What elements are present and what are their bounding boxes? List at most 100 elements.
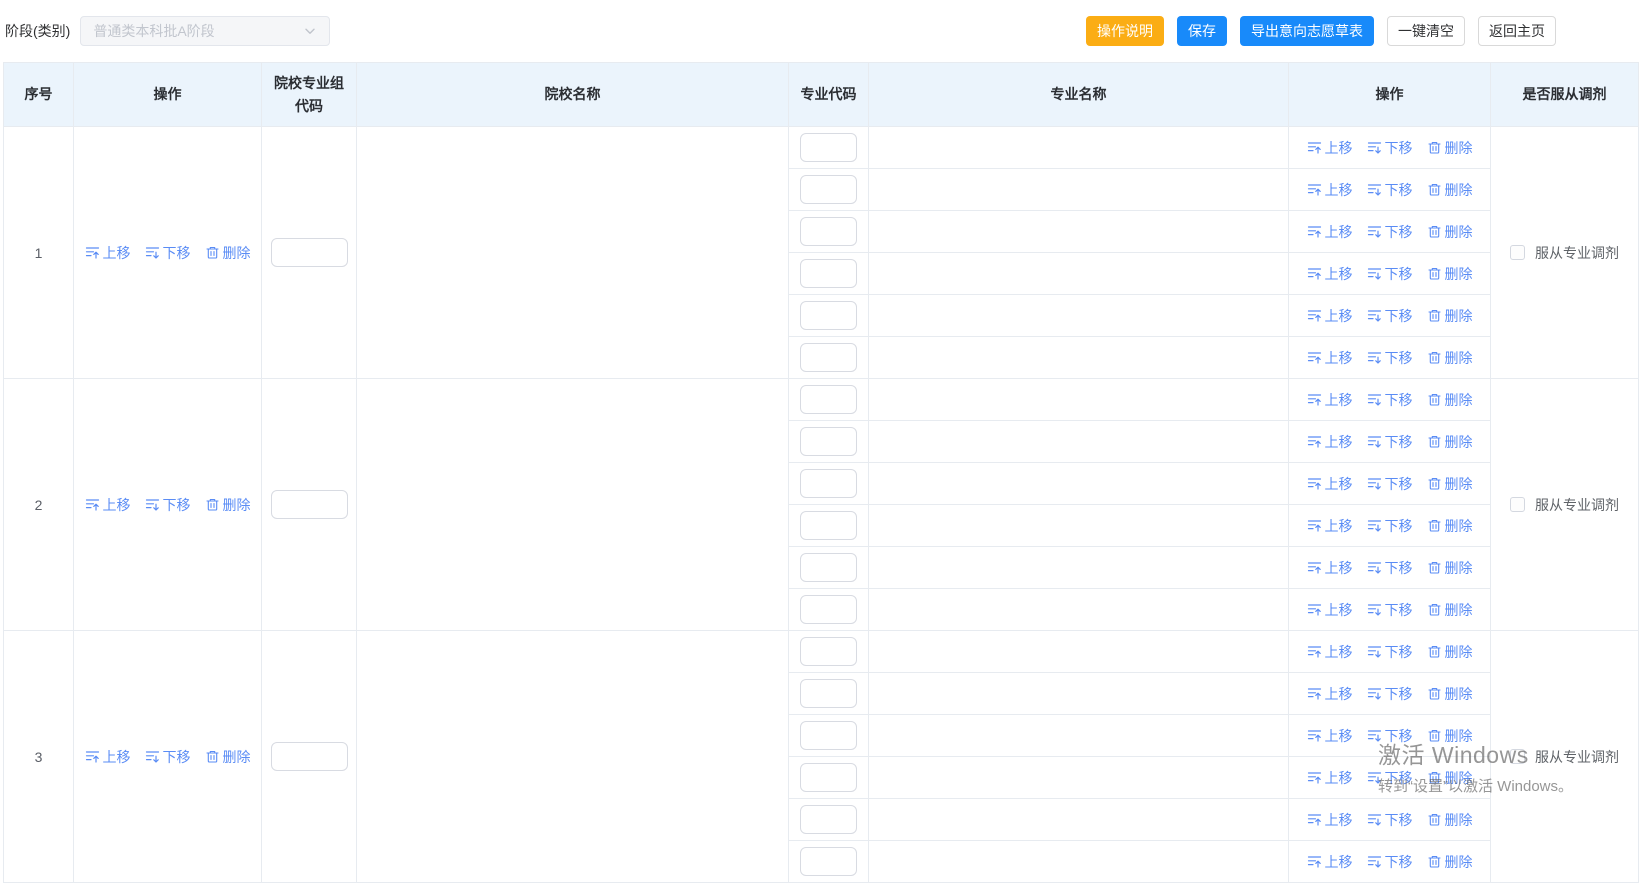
move-down-link[interactable]: 下移	[1367, 474, 1413, 494]
delete-link[interactable]: 删除	[205, 495, 251, 515]
move-up-link[interactable]: 上移	[1307, 474, 1353, 494]
major-code-input[interactable]	[800, 553, 857, 582]
move-up-link[interactable]: 上移	[1307, 516, 1353, 536]
delete-link[interactable]: 删除	[1427, 684, 1473, 704]
major-code-input[interactable]	[800, 679, 857, 708]
delete-link[interactable]: 删除	[1427, 180, 1473, 200]
major-code-input[interactable]	[800, 385, 857, 414]
move-down-link[interactable]: 下移	[145, 747, 191, 767]
move-down-link[interactable]: 下移	[1367, 726, 1413, 746]
delete-link[interactable]: 删除	[205, 747, 251, 767]
delete-link[interactable]: 删除	[1427, 138, 1473, 158]
major-code-input[interactable]	[800, 301, 857, 330]
move-down-link[interactable]: 下移	[145, 243, 191, 263]
move-down-link[interactable]: 下移	[1367, 768, 1413, 788]
move-up-link[interactable]: 上移	[1307, 558, 1353, 578]
major-code-input[interactable]	[800, 805, 857, 834]
move-up-link[interactable]: 上移	[1307, 264, 1353, 284]
delete-link[interactable]: 删除	[1427, 558, 1473, 578]
move-down-link[interactable]: 下移	[1367, 180, 1413, 200]
delete-link[interactable]: 删除	[1427, 726, 1473, 746]
move-down-link[interactable]: 下移	[1367, 558, 1413, 578]
move-down-link[interactable]: 下移	[1367, 684, 1413, 704]
move-up-link[interactable]: 上移	[1307, 642, 1353, 662]
move-down-link[interactable]: 下移	[1367, 138, 1413, 158]
delete-link[interactable]: 删除	[1427, 768, 1473, 788]
move-up-link[interactable]: 上移	[1307, 726, 1353, 746]
move-down-link[interactable]: 下移	[145, 495, 191, 515]
major-code-input[interactable]	[800, 511, 857, 540]
delete-link[interactable]: 删除	[1427, 810, 1473, 830]
delete-link[interactable]: 删除	[1427, 222, 1473, 242]
move-up-link[interactable]: 上移	[85, 243, 131, 263]
move-down-link[interactable]: 下移	[1367, 432, 1413, 452]
group-code-input[interactable]	[270, 490, 348, 519]
move-down-link[interactable]: 下移	[1367, 600, 1413, 620]
major-code-cell	[788, 630, 869, 673]
delete-link[interactable]: 删除	[1427, 516, 1473, 536]
delete-link[interactable]: 删除	[1427, 642, 1473, 662]
move-up-link[interactable]: 上移	[1307, 138, 1353, 158]
save-button[interactable]: 保存	[1177, 16, 1227, 46]
major-code-input[interactable]	[800, 259, 857, 288]
move-down-link[interactable]: 下移	[1367, 306, 1413, 326]
delete-link[interactable]: 删除	[205, 243, 251, 263]
move-up-link-label: 上移	[1324, 223, 1353, 240]
move-up-link[interactable]: 上移	[1307, 306, 1353, 326]
major-code-input[interactable]	[800, 721, 857, 750]
group-code-input[interactable]	[270, 742, 348, 771]
delete-link[interactable]: 删除	[1427, 600, 1473, 620]
delete-link[interactable]: 删除	[1427, 306, 1473, 326]
obey-adjust-checkbox[interactable]	[1510, 497, 1525, 512]
major-name-cell	[868, 672, 1289, 715]
major-code-input[interactable]	[800, 595, 857, 624]
move-down-link[interactable]: 下移	[1367, 852, 1413, 872]
move-up-link[interactable]: 上移	[1307, 810, 1353, 830]
move-up-link[interactable]: 上移	[85, 495, 131, 515]
move-up-link[interactable]: 上移	[1307, 600, 1353, 620]
major-code-input[interactable]	[800, 469, 857, 498]
major-code-input[interactable]	[800, 343, 857, 372]
move-up-link[interactable]: 上移	[85, 747, 131, 767]
major-code-input[interactable]	[800, 637, 857, 666]
move-down-link[interactable]: 下移	[1367, 390, 1413, 410]
delete-link[interactable]: 删除	[1427, 474, 1473, 494]
major-code-input[interactable]	[800, 133, 857, 162]
move-up-link[interactable]: 上移	[1307, 432, 1353, 452]
move-down-link[interactable]: 下移	[1367, 516, 1413, 536]
export-draft-button[interactable]: 导出意向志愿草表	[1240, 16, 1374, 46]
obey-adjust-checkbox[interactable]	[1510, 245, 1525, 260]
delete-link[interactable]: 删除	[1427, 348, 1473, 368]
stage-category-select[interactable]: 普通类本科批A阶段	[80, 16, 331, 46]
move-down-link[interactable]: 下移	[1367, 642, 1413, 662]
move-up-link[interactable]: 上移	[1307, 852, 1353, 872]
clear-all-button[interactable]: 一键清空	[1387, 16, 1465, 46]
help-button[interactable]: 操作说明	[1086, 16, 1164, 46]
move-up-link[interactable]: 上移	[1307, 180, 1353, 200]
major-code-input[interactable]	[800, 847, 857, 876]
move-down-link[interactable]: 下移	[1367, 222, 1413, 242]
college-name-cell	[356, 378, 789, 631]
delete-link[interactable]: 删除	[1427, 852, 1473, 872]
major-code-input[interactable]	[800, 763, 857, 792]
obey-adjust-checkbox[interactable]	[1510, 749, 1525, 764]
major-code-input[interactable]	[800, 217, 857, 246]
move-up-link[interactable]: 上移	[1307, 348, 1353, 368]
move-up-link[interactable]: 上移	[1307, 222, 1353, 242]
delete-link[interactable]: 删除	[1427, 390, 1473, 410]
back-home-button[interactable]: 返回主页	[1478, 16, 1556, 46]
major-code-input[interactable]	[800, 427, 857, 456]
major-code-input[interactable]	[800, 175, 857, 204]
list-arrow-up-icon	[1307, 770, 1322, 785]
move-up-link-label: 上移	[1324, 517, 1353, 534]
delete-link[interactable]: 删除	[1427, 432, 1473, 452]
delete-link[interactable]: 删除	[1427, 264, 1473, 284]
move-up-link[interactable]: 上移	[1307, 768, 1353, 788]
move-down-link[interactable]: 下移	[1367, 264, 1413, 284]
move-up-link[interactable]: 上移	[1307, 684, 1353, 704]
group-code-input[interactable]	[270, 238, 348, 267]
move-down-link[interactable]: 下移	[1367, 810, 1413, 830]
move-up-link[interactable]: 上移	[1307, 390, 1353, 410]
delete-link-label: 删除	[1444, 475, 1473, 492]
move-down-link[interactable]: 下移	[1367, 348, 1413, 368]
